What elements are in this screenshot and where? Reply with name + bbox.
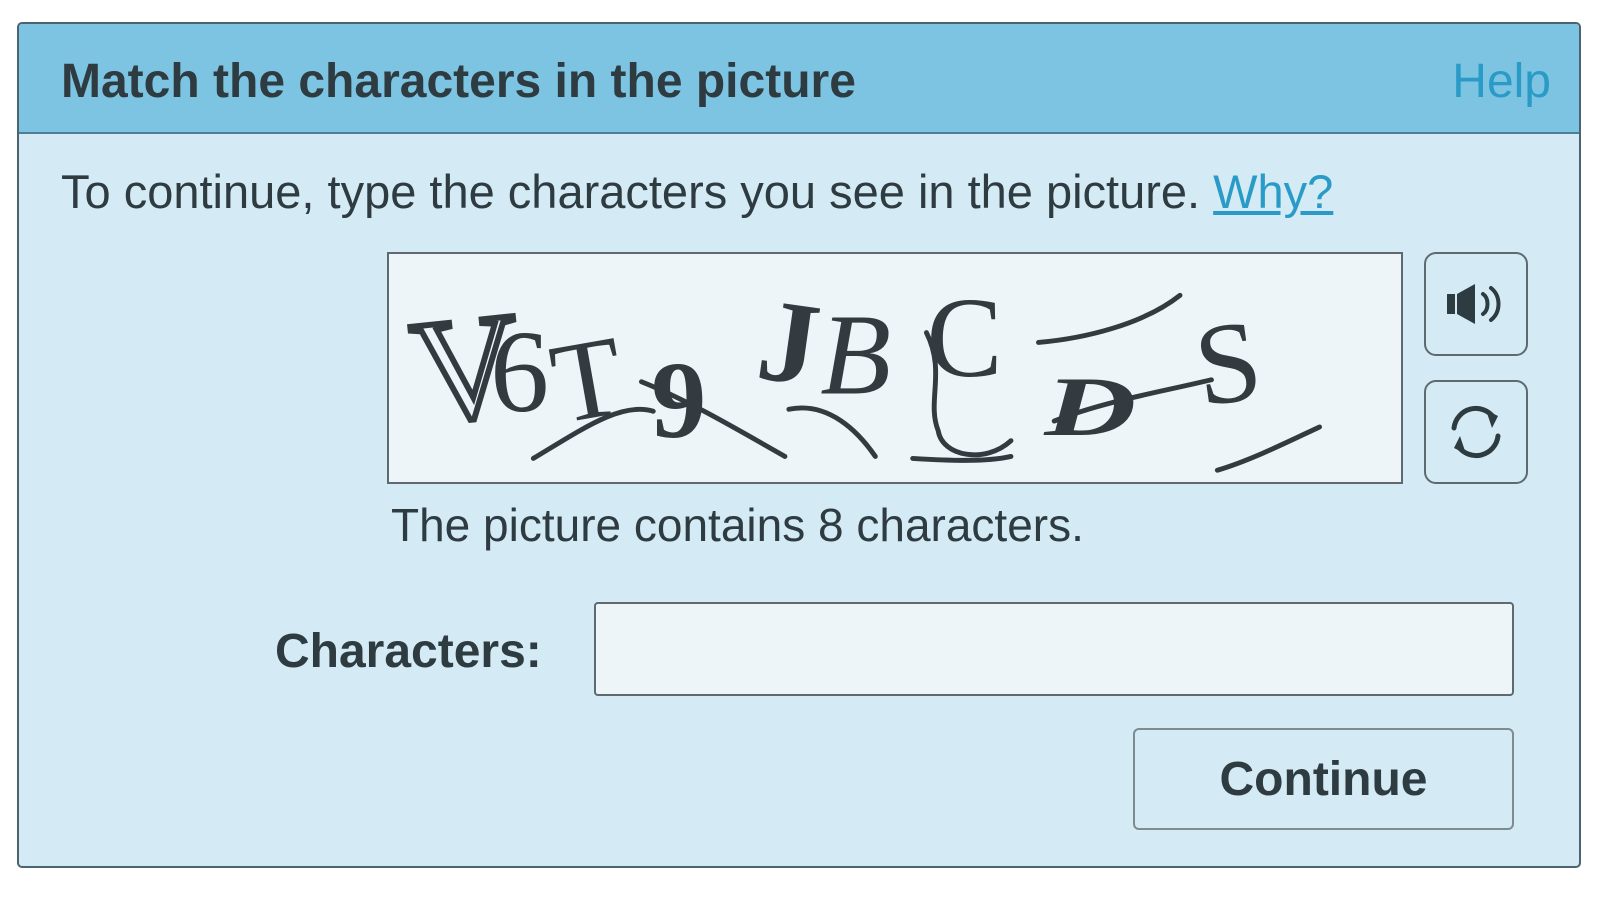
captcha-noise-line bbox=[1036, 292, 1183, 345]
instructions-label: To continue, type the characters you see… bbox=[61, 165, 1201, 218]
captcha-image: V 6 T 9 J B C D S bbox=[387, 252, 1403, 484]
captcha-glyph: S bbox=[1187, 296, 1269, 432]
characters-label: Characters: bbox=[275, 625, 542, 678]
refresh-button[interactable] bbox=[1424, 380, 1528, 484]
dialog-title: Match the characters in the picture bbox=[61, 55, 856, 108]
captcha-glyph: 6 bbox=[490, 306, 549, 437]
continue-button[interactable]: Continue bbox=[1133, 728, 1514, 830]
audio-button[interactable] bbox=[1424, 252, 1528, 356]
captcha-glyph: B bbox=[820, 292, 891, 420]
characters-input[interactable] bbox=[594, 602, 1514, 696]
dialog-header: Match the characters in the picture Help bbox=[19, 24, 1579, 134]
captcha-noise-line bbox=[910, 453, 1014, 463]
help-link[interactable]: Help bbox=[1452, 54, 1551, 109]
refresh-icon bbox=[1451, 406, 1501, 458]
captcha-svg: V 6 T 9 J B C D S bbox=[402, 273, 1323, 473]
captcha-glyph: J bbox=[751, 273, 828, 411]
instructions-text: To continue, type the characters you see… bbox=[61, 164, 1333, 219]
captcha-dialog: Match the characters in the picture Help… bbox=[17, 22, 1581, 868]
captcha-noise-line bbox=[1214, 424, 1323, 473]
character-count-hint: The picture contains 8 characters. bbox=[391, 499, 1084, 551]
why-link[interactable]: Why? bbox=[1213, 165, 1333, 218]
speaker-icon bbox=[1447, 284, 1501, 324]
